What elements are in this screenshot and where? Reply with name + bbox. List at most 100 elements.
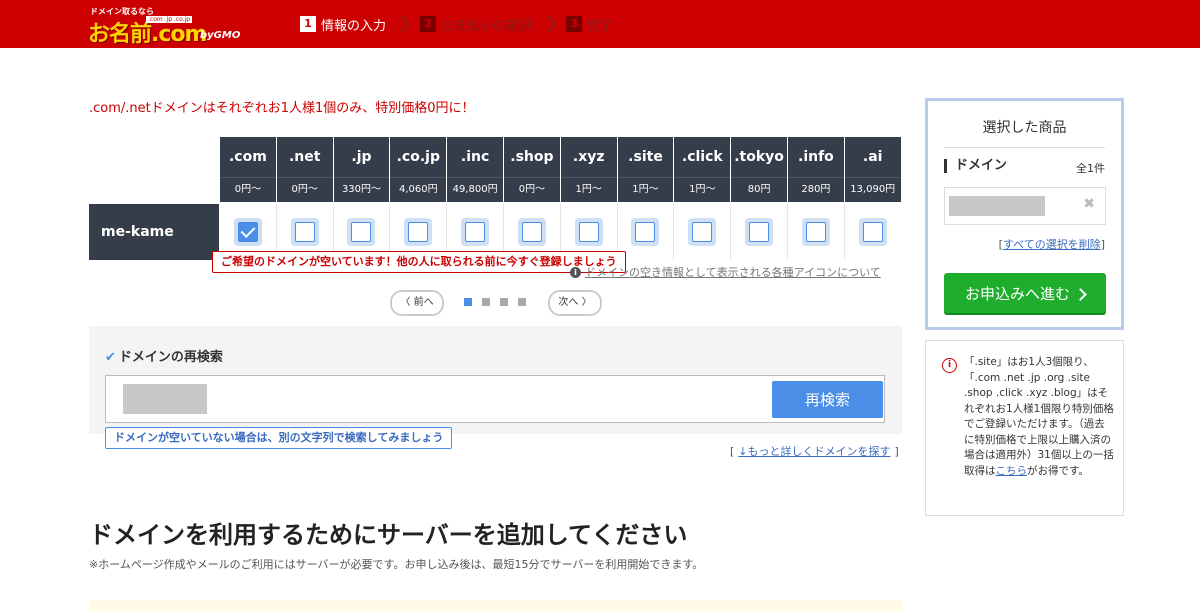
- tld-cell: [788, 204, 844, 260]
- checkbox-box: [237, 222, 258, 242]
- tld-price: 0円〜: [276, 177, 333, 202]
- checkbox-box: [805, 222, 826, 242]
- site-header: ドメイン取るなら お名前.com .com .jp .co.jp byGMO 1…: [0, 0, 1200, 48]
- search-box: 再検索: [105, 375, 885, 423]
- tld-header: .tokyo: [731, 137, 787, 177]
- tld-header: .click: [674, 137, 731, 177]
- tld-cell: [618, 204, 674, 260]
- tld-price: 1円〜: [617, 177, 674, 202]
- prev-button[interactable]: 〈 前へ: [390, 290, 444, 316]
- column-divider: [843, 204, 845, 260]
- domain-checkbox[interactable]: [233, 218, 262, 246]
- domain-checkbox[interactable]: [517, 218, 546, 246]
- cart-title: 選択した商品: [982, 120, 1067, 136]
- checkbox-box: [692, 222, 713, 242]
- domain-checkbox[interactable]: [631, 218, 660, 246]
- tld-cell: [845, 204, 901, 260]
- tld-price: 80円: [731, 177, 787, 202]
- column-divider: [787, 204, 788, 260]
- chevron-right-icon: [539, 15, 557, 33]
- tld-price: 4,060円: [390, 177, 447, 202]
- check-icon: ✔: [105, 350, 116, 365]
- tld-header: .shop: [504, 137, 560, 177]
- research-input[interactable]: [123, 384, 207, 414]
- tld-header: .jp: [333, 137, 390, 177]
- server-options-panel: [89, 600, 902, 612]
- pager-dot[interactable]: [482, 298, 490, 306]
- info-icon: i: [570, 266, 581, 278]
- pager-dot[interactable]: [500, 298, 508, 306]
- divider: [944, 147, 1105, 148]
- tld-cell: [731, 204, 787, 260]
- pager-dot[interactable]: [518, 298, 526, 306]
- onamae-logo[interactable]: ドメイン取るなら お名前.com .com .jp .co.jp byGMO: [88, 6, 241, 47]
- server-section-title: ドメインを利用するためにサーバーを追加してください: [89, 521, 688, 549]
- tld-cell: [674, 204, 730, 260]
- tld-header: .com: [220, 137, 276, 177]
- tld-header: .net: [276, 137, 333, 177]
- cart-item: ✖: [944, 187, 1106, 225]
- cart-domain-label: ドメイン: [944, 159, 1007, 173]
- step-complete: 3 完了: [566, 15, 613, 34]
- promo-text: .com/.netドメインはそれぞれお1人様1個のみ、特別価格0円に！: [89, 101, 475, 116]
- cart-item-domain: [949, 196, 1045, 216]
- chevron-right-icon: [1074, 287, 1087, 301]
- selected-products-panel: 選択した商品 ドメイン 全1件 ✖ [すべての選択を削除] お申込みへ進む: [925, 98, 1124, 330]
- domain-checkbox[interactable]: [290, 218, 319, 246]
- tld-header: .site: [617, 137, 674, 177]
- research-title: ✔ ドメインの再検索: [105, 350, 223, 365]
- checkbox-box: [749, 222, 770, 242]
- tld-price: 280円: [788, 177, 844, 202]
- domain-checkbox[interactable]: [574, 218, 603, 246]
- clear-all-wrap: [すべての選択を削除]: [998, 238, 1105, 251]
- logo-tlds: .com .jp .co.jp: [146, 16, 193, 23]
- tld-price: 1円〜: [560, 177, 617, 202]
- domain-checkbox[interactable]: [404, 218, 433, 246]
- more-search-link-wrap: [↓もっと詳しくドメインを探す]: [730, 445, 899, 458]
- domain-checkbox[interactable]: [858, 218, 887, 246]
- tld-header: .info: [788, 137, 844, 177]
- tld-header: .inc: [447, 137, 503, 177]
- logo-gmo: byGMO: [200, 30, 241, 41]
- clear-all-link[interactable]: すべての選択を削除: [1003, 238, 1101, 251]
- cart-count: 全1件: [1076, 162, 1105, 175]
- remove-icon[interactable]: ✖: [1083, 196, 1095, 212]
- icon-info-link[interactable]: i ドメインの空き情報として表示される各種アイコンについて: [570, 264, 881, 280]
- checkbox-box: [408, 222, 429, 242]
- research-button[interactable]: 再検索: [772, 381, 883, 418]
- next-button[interactable]: 次へ 〉: [548, 290, 602, 316]
- notice-text: 「.site」はお1人3個限り、「.com .net .jp .org .sit…: [964, 356, 1114, 477]
- domain-checkbox[interactable]: [688, 218, 717, 246]
- tld-price: 0円〜: [504, 177, 560, 202]
- search-hint-tooltip: ドメインが空いていない場合は、別の文字列で検索してみましょう: [105, 427, 453, 449]
- domain-name-label: me-kame: [89, 204, 219, 260]
- step-info-input: 1 情報の入力: [300, 15, 386, 34]
- domain-checkbox[interactable]: [745, 218, 774, 246]
- column-divider: [730, 204, 732, 260]
- checkbox-box: [351, 222, 372, 242]
- available-tooltip: ご希望のドメインが空いています！他の人に取られる前に今すぐ登録しましょう: [212, 251, 626, 273]
- step-payment: 2 お支払いの選択: [420, 15, 532, 34]
- checkbox-box: [635, 222, 656, 242]
- domain-checkbox[interactable]: [347, 218, 376, 246]
- bulk-link[interactable]: こちら: [996, 465, 1028, 477]
- tld-price: 13,090円: [844, 177, 901, 202]
- checkbox-box: [294, 222, 315, 242]
- column-divider: [673, 204, 675, 260]
- server-section-note: ※ホームページ作成やメールのご利用にはサーバーが必要です。お申し込み後は、最短1…: [89, 558, 704, 571]
- tld-header: .xyz: [560, 137, 617, 177]
- checkbox-box: [578, 222, 599, 242]
- proceed-button[interactable]: お申込みへ進む: [944, 273, 1106, 313]
- progress-steps: 1 情報の入力 2 お支払いの選択 3 完了: [300, 14, 613, 34]
- checkbox-box: [521, 222, 542, 242]
- pager-dot[interactable]: [464, 298, 472, 306]
- domain-research-panel: ✔ ドメインの再検索 再検索: [89, 326, 902, 434]
- more-search-link[interactable]: ↓もっと詳しくドメインを探す: [738, 445, 890, 458]
- domain-checkbox[interactable]: [461, 218, 490, 246]
- tld-price: 1円〜: [674, 177, 731, 202]
- tld-header: .ai: [844, 137, 901, 177]
- domain-checkbox[interactable]: [801, 218, 830, 246]
- tld-pager: 〈 前へ 次へ 〉: [390, 290, 602, 316]
- info-icon: i: [942, 358, 957, 373]
- tld-price: 49,800円: [447, 177, 503, 202]
